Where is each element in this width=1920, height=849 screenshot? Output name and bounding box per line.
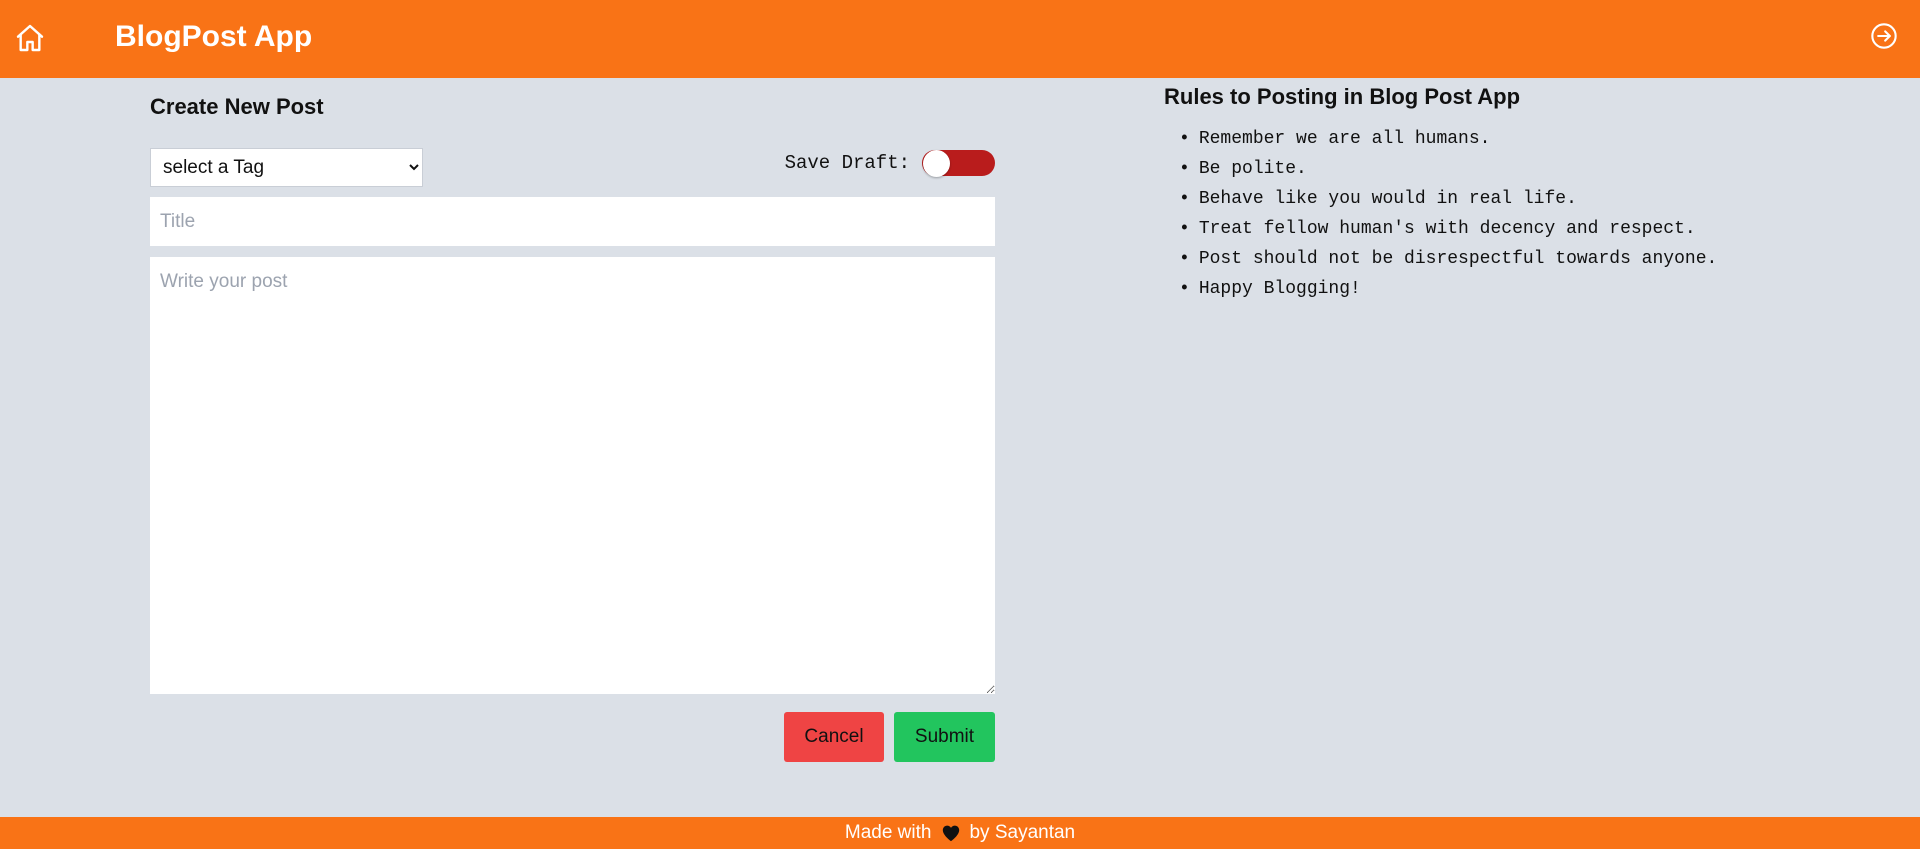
rule-item: Treat fellow human's with decency and re… xyxy=(1179,214,1717,244)
app-title[interactable]: BlogPost App xyxy=(115,20,312,54)
form-heading: Create New Post xyxy=(150,94,324,119)
save-draft-control: Save Draft: xyxy=(785,148,995,178)
save-draft-toggle[interactable] xyxy=(922,150,995,177)
footer-made-with: Made with xyxy=(844,822,932,843)
title-input[interactable] xyxy=(150,197,995,246)
top-navbar: BlogPost App xyxy=(0,0,1920,78)
arrow-right-circle-icon[interactable] xyxy=(1870,22,1898,50)
rules-list: Remember we are all humans. Be polite. B… xyxy=(1179,124,1717,304)
rule-item: Behave like you would in real life. xyxy=(1179,184,1717,214)
rule-item: Happy Blogging! xyxy=(1179,274,1717,304)
post-textarea[interactable] xyxy=(150,257,995,694)
heart-icon xyxy=(943,825,960,842)
rule-item: Remember we are all humans. xyxy=(1179,124,1717,154)
cancel-button[interactable]: Cancel xyxy=(784,712,884,762)
toggle-knob xyxy=(923,150,950,177)
rule-item: Post should not be disrespectful towards… xyxy=(1179,244,1717,274)
submit-button[interactable]: Submit xyxy=(894,712,995,762)
home-icon[interactable] xyxy=(14,22,46,54)
rule-item: Be polite. xyxy=(1179,154,1717,184)
footer-author: by Sayantan xyxy=(969,822,1076,843)
tag-select[interactable]: select a Tag xyxy=(150,148,423,187)
rules-heading: Rules to Posting in Blog Post App xyxy=(1164,84,1521,109)
footer: Made with by Sayantan xyxy=(0,817,1920,849)
save-draft-label: Save Draft: xyxy=(784,152,910,174)
